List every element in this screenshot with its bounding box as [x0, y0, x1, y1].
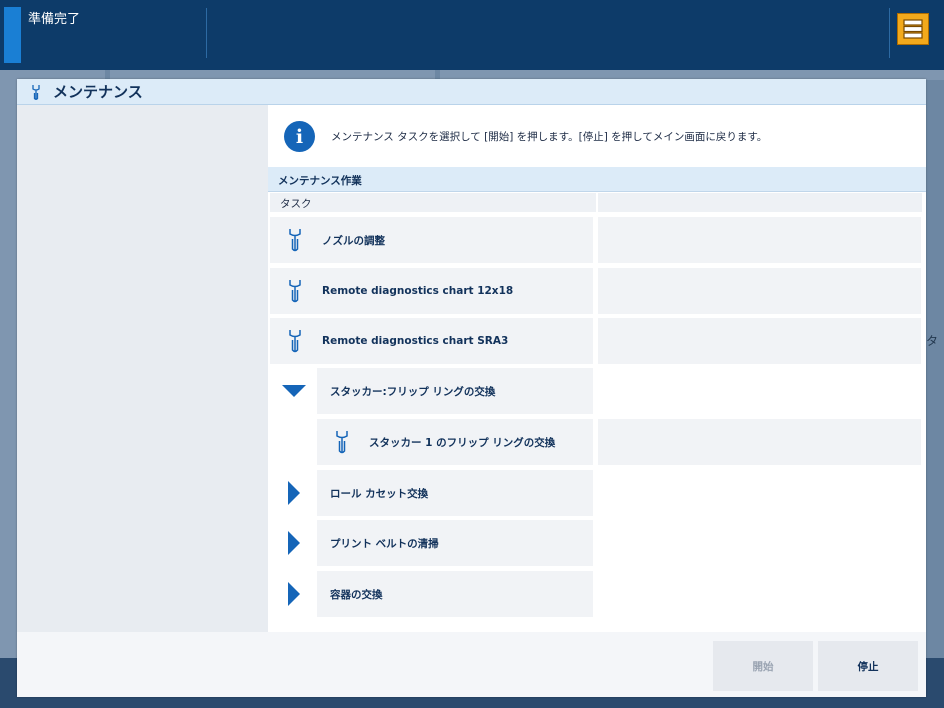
collapse-arrow-icon[interactable]: [282, 385, 306, 397]
task-cell[interactable]: Remote diagnostics chart SRA3: [270, 318, 593, 364]
section-header: メンテナンス作業: [268, 167, 926, 192]
task-pane: i メンテナンス タスクを選択して [開始] を押します。[停止] を押してメイ…: [268, 105, 926, 632]
task-group-row[interactable]: プリント ベルトの清掃: [268, 520, 926, 566]
dialog-header: メンテナンス: [17, 79, 926, 105]
task-group-label: プリント ベルトの清掃: [330, 537, 439, 550]
menu-button[interactable]: [897, 13, 929, 45]
wrench-icon: [32, 84, 40, 100]
task-group-row[interactable]: ロール カセット交換: [268, 470, 926, 516]
task-group-label: ロール カセット交換: [330, 487, 429, 500]
wrench-icon: [289, 280, 301, 303]
task-group-row[interactable]: スタッカー:フリップ リングの交換: [268, 368, 926, 414]
wrench-icon: [289, 330, 301, 353]
subtask-cell[interactable]: スタッカー 1 のフリップ リングの交換: [317, 419, 593, 465]
task-cell[interactable]: ノズルの調整: [270, 217, 593, 263]
left-pane: [17, 105, 268, 632]
column-blank-header: [598, 193, 922, 212]
column-header: タスク: [268, 193, 926, 212]
dialog-title: メンテナンス: [53, 83, 143, 101]
task-group-row[interactable]: 容器の交換: [268, 571, 926, 617]
task-detail-cell: [598, 419, 921, 465]
topbar-divider: [206, 8, 207, 58]
status-text: 準備完了: [28, 12, 81, 27]
expand-arrow-icon[interactable]: [288, 531, 300, 555]
topbar-divider: [889, 8, 890, 58]
task-group-cell[interactable]: スタッカー:フリップ リングの交換: [317, 368, 593, 414]
stop-button[interactable]: 停止: [818, 641, 918, 691]
subtask-row[interactable]: スタッカー 1 のフリップ リングの交換: [268, 419, 926, 465]
background-text: タ: [926, 334, 939, 348]
wrench-icon: [289, 229, 301, 252]
task-group-cell[interactable]: 容器の交換: [317, 571, 593, 617]
maintenance-dialog: メンテナンス i メンテナンス タスクを選択して [開始] を押します。[停止]…: [17, 79, 926, 697]
top-bar: 準備完了: [0, 0, 944, 70]
info-text: メンテナンス タスクを選択して [開始] を押します。[停止] を押してメイン画…: [331, 131, 768, 143]
task-group-label: 容器の交換: [330, 588, 383, 601]
task-group-cell[interactable]: ロール カセット交換: [317, 470, 593, 516]
info-message: i メンテナンス タスクを選択して [開始] を押します。[停止] を押してメイ…: [284, 121, 767, 152]
task-detail-cell: [598, 217, 921, 263]
task-row[interactable]: ノズルの調整: [268, 217, 926, 263]
task-label: Remote diagnostics chart 12x18: [322, 285, 514, 297]
task-detail-cell: [598, 268, 921, 314]
task-cell[interactable]: Remote diagnostics chart 12x18: [270, 268, 593, 314]
info-icon: i: [284, 121, 315, 152]
server-stack-icon: [903, 19, 923, 39]
task-label: Remote diagnostics chart SRA3: [322, 335, 509, 347]
task-group-cell[interactable]: プリント ベルトの清掃: [317, 520, 593, 566]
expand-arrow-icon[interactable]: [288, 481, 300, 505]
task-label: ノズルの調整: [322, 234, 385, 247]
expand-arrow-icon[interactable]: [288, 582, 300, 606]
task-row[interactable]: Remote diagnostics chart 12x18: [268, 268, 926, 314]
wrench-icon: [336, 431, 348, 454]
column-task-header: タスク: [270, 193, 596, 212]
task-group-label: スタッカー:フリップ リングの交換: [330, 385, 496, 398]
dialog-footer: 開始 停止: [17, 632, 926, 697]
task-detail-cell: [598, 318, 921, 364]
status-indicator: [4, 7, 21, 63]
start-button[interactable]: 開始: [713, 641, 813, 691]
subtask-label: スタッカー 1 のフリップ リングの交換: [369, 436, 556, 449]
task-row[interactable]: Remote diagnostics chart SRA3: [268, 318, 926, 364]
